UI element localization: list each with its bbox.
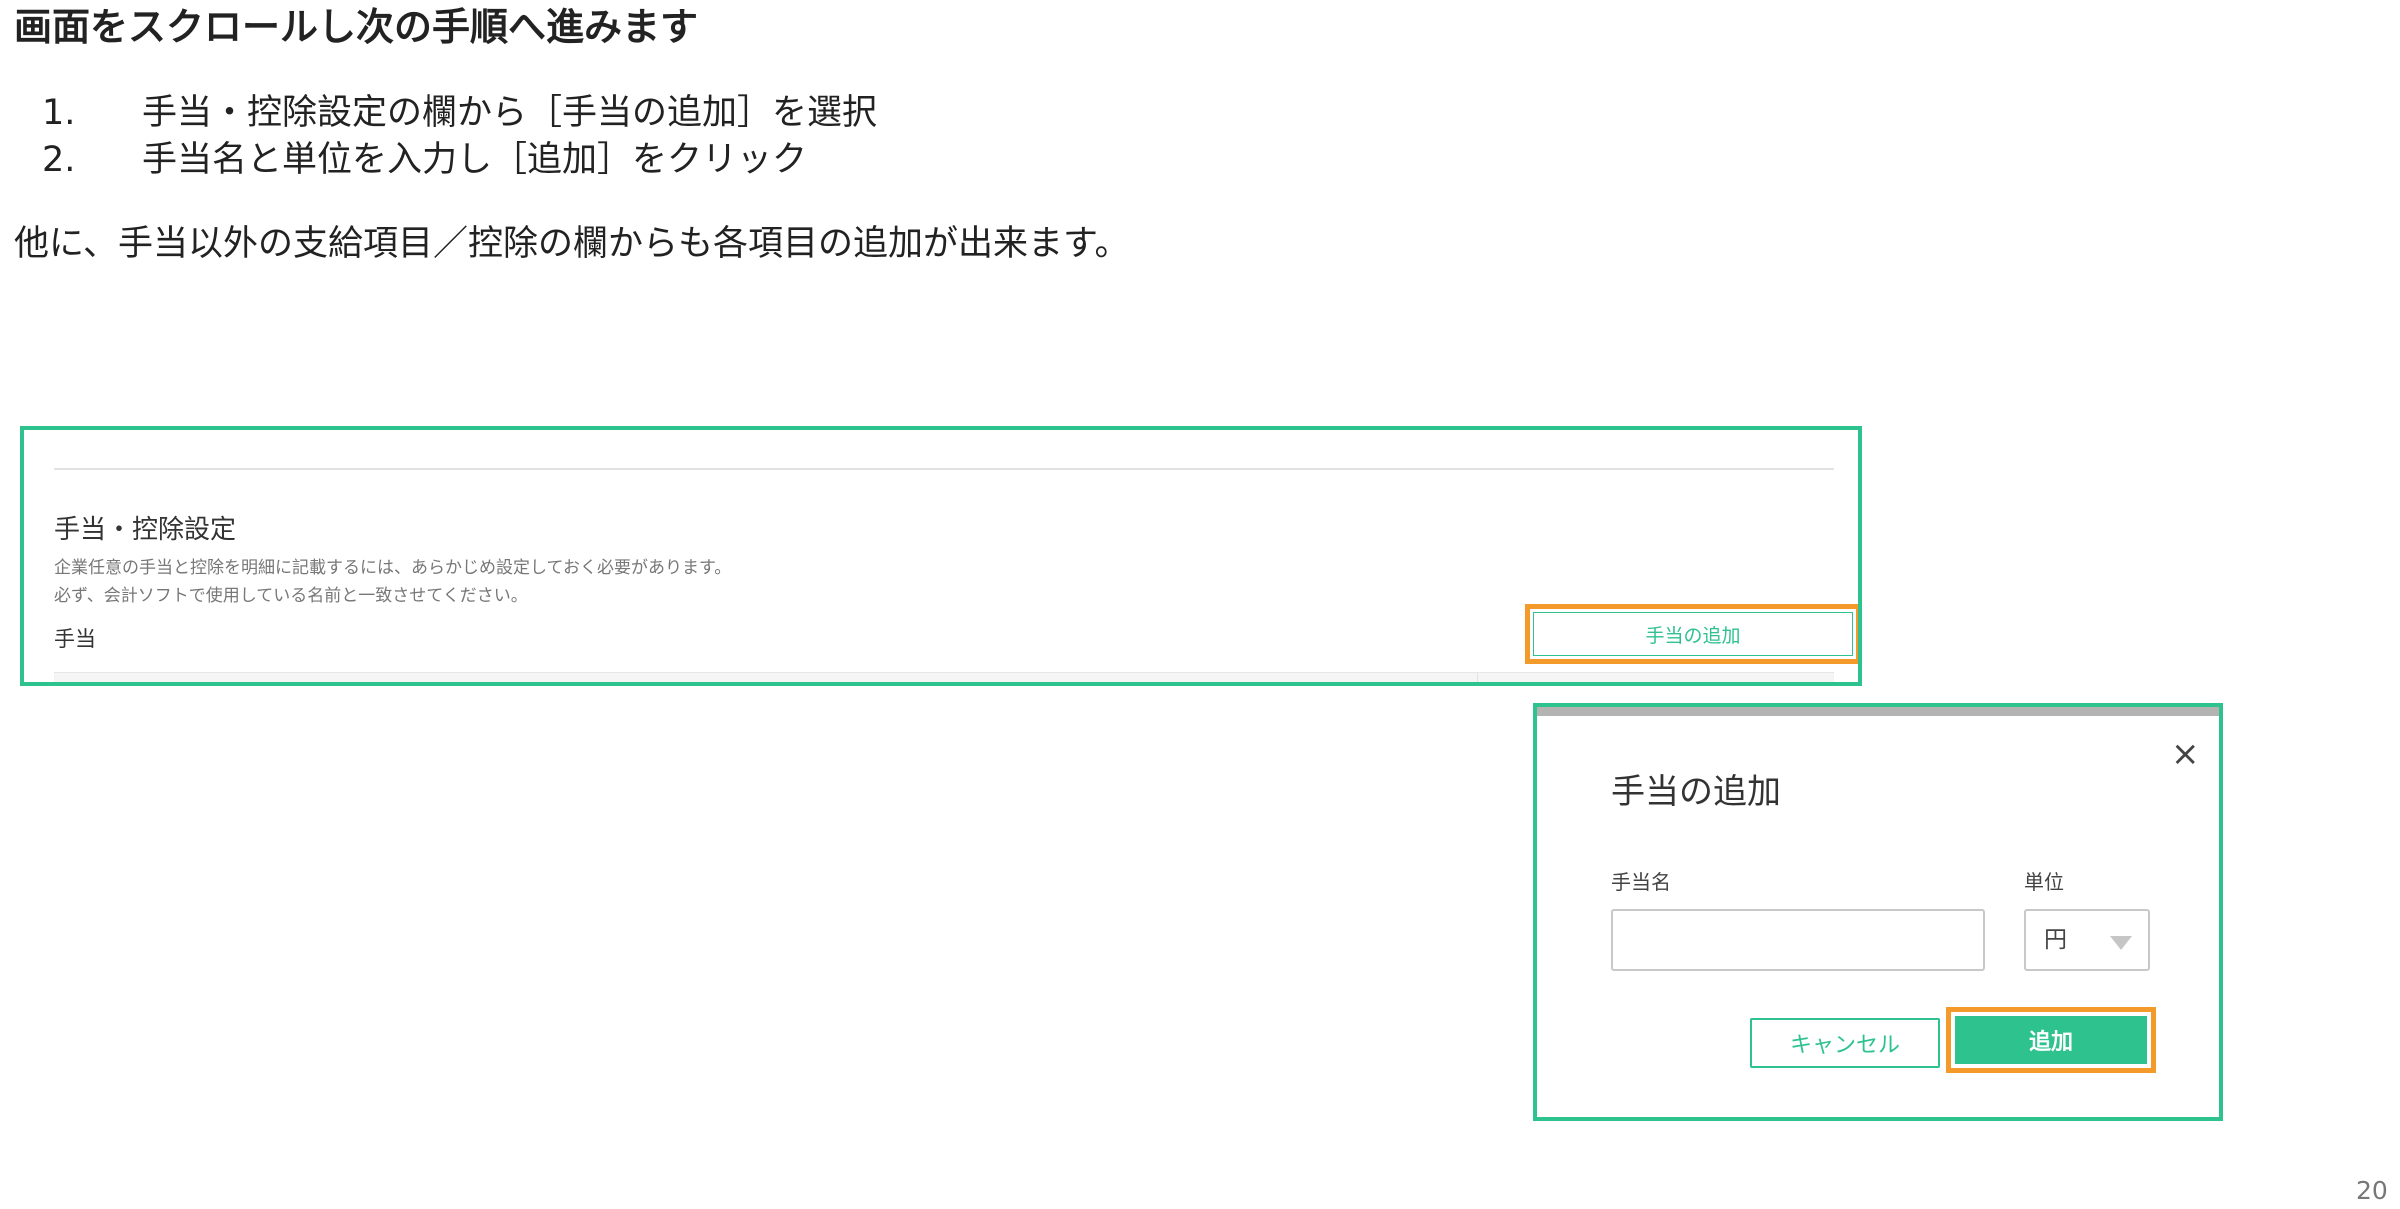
dialog-top-bar [1537, 707, 2219, 716]
add-allowance-highlight: 手当の追加 [1525, 604, 1858, 664]
add-allowance-button[interactable]: 手当の追加 [1533, 612, 1853, 656]
allowance-table-header [54, 672, 1834, 682]
step-number: 2. [42, 140, 76, 180]
slide-title: 画面をスクロールし次の手順へ進みます [14, 5, 699, 49]
unit-selected-value: 円 [2044, 927, 2067, 953]
table-column-divider [1477, 673, 1478, 682]
add-button[interactable]: 追加 [1955, 1016, 2147, 1064]
step-list: 1. 手当・控除設定の欄から［手当の追加］を選択 2. 手当名と単位を入力し［追加］… [42, 90, 877, 184]
description-line: 企業任意の手当と控除を明細に記載するには、あらかじめ設定しておく必要があります。 [54, 558, 732, 578]
allowance-name-input[interactable] [1611, 909, 1985, 971]
settings-screenshot: 手当・控除設定 企業任意の手当と控除を明細に記載するには、あらかじめ設定しておく… [20, 426, 1862, 686]
step-text: 手当・控除設定の欄から［手当の追加］を選択 [142, 93, 878, 133]
unit-label: 単位 [2024, 870, 2064, 894]
allowance-name-label: 手当名 [1611, 870, 1671, 894]
step-number: 1. [42, 93, 76, 133]
add-allowance-dialog: × 手当の追加 手当名 単位 円 キャンセル 追加 [1533, 703, 2223, 1121]
settings-section-title: 手当・控除設定 [54, 515, 237, 545]
close-icon[interactable]: × [2171, 737, 2200, 771]
section-divider [54, 468, 1834, 470]
step-item: 1. 手当・控除設定の欄から［手当の追加］を選択 [42, 90, 877, 137]
dialog-title: 手当の追加 [1611, 772, 1781, 812]
add-button-highlight: 追加 [1946, 1007, 2156, 1073]
unit-select[interactable]: 円 [2024, 909, 2150, 971]
cancel-button[interactable]: キャンセル [1750, 1018, 1940, 1068]
allowance-section-label: 手当 [54, 627, 96, 651]
step-item: 2. 手当名と単位を入力し［追加］をクリック [42, 137, 877, 184]
slide-note: 他に、手当以外の支給項目／控除の欄からも各項目の追加が出来ます。 [14, 224, 1130, 264]
caret-down-icon [2110, 936, 2132, 950]
page-number: 20 [2356, 1176, 2388, 1205]
description-line: 必ず、会計ソフトで使用している名前と一致させてください。 [54, 586, 528, 606]
step-text: 手当名と単位を入力し［追加］をクリック [142, 140, 808, 180]
settings-description: 企業任意の手当と控除を明細に記載するには、あらかじめ設定しておく必要があります。… [54, 554, 731, 610]
